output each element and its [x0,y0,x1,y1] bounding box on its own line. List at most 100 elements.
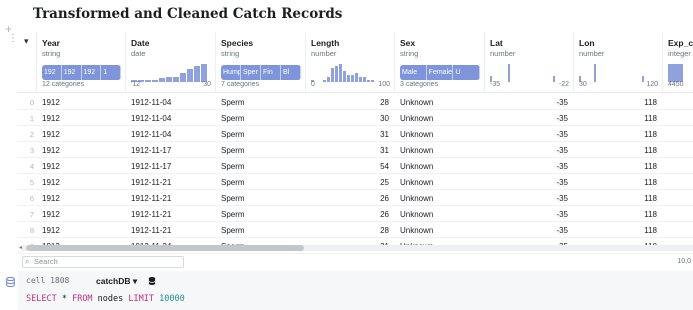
table-cell[interactable]: Sperm [221,114,245,123]
table-row[interactable]: 7 1912 1912-11-21 Sperm 26 Unknown -35 118 [18,206,693,222]
table-cell[interactable]: Unknown [400,130,433,139]
category-bar[interactable]: HumpbaSperFinBl [221,65,301,80]
table-cell[interactable]: 1912 [42,226,60,235]
table-cell[interactable]: 26 [310,194,389,203]
category-summary[interactable]: HumpbaSperFinBl [221,62,301,82]
table-cell[interactable]: 30 [310,114,389,123]
table-row[interactable]: 2 1912 1912-11-04 Sperm 31 Unknown -35 118 [18,126,693,142]
column-header[interactable]: Year string 192 192 192 1 12 categories [36,32,125,93]
column-header[interactable]: Exp_cointeger 4450 [662,32,693,93]
table-cell[interactable]: 1912-11-21 [131,226,171,235]
category-chip[interactable]: Male [400,65,427,80]
table-cell[interactable]: -35 [489,162,568,171]
table-row[interactable]: 5 1912 1912-11-21 Sperm 25 Unknown -35 118 [18,174,693,190]
column-header[interactable]: Sex string Male Female U 3 categories [394,32,484,93]
table-cell[interactable]: Unknown [400,114,433,123]
table-cell[interactable]: 1912-11-04 [131,98,171,107]
category-bar[interactable]: Male Female U [400,65,480,80]
histogram[interactable] [579,62,658,82]
table-cell[interactable]: 1912-11-17 [131,146,171,155]
table-cell[interactable]: -35 [489,210,568,219]
table-cell[interactable]: Sperm [221,178,245,187]
histogram-bar[interactable] [508,64,510,82]
table-cell[interactable]: 1912-11-21 [131,194,171,203]
scrollbar-thumb[interactable] [26,245,304,251]
database-icon[interactable] [148,276,156,286]
table-cell[interactable]: Sperm [221,162,245,171]
table-cell[interactable]: 54 [310,162,389,171]
category-chip[interactable]: U [453,65,480,80]
column-header[interactable]: Lon number 30 120 [573,32,662,93]
table-cell[interactable]: -35 [489,98,568,107]
histogram-bar[interactable] [201,64,207,82]
table-cell[interactable]: Unknown [400,146,433,155]
table-cell[interactable]: Sperm [221,194,245,203]
table-cell[interactable]: Sperm [221,130,245,139]
column-header[interactable]: SpeciesstringHumpbaSperFinBl7 categories [215,32,305,93]
table-cell[interactable]: 1912-11-21 [131,210,171,219]
chevron-down-icon[interactable]: ▾ [24,36,29,47]
table-cell[interactable]: 118 [578,146,657,155]
drag-handle-icon[interactable]: ⋮ [8,34,18,44]
histogram[interactable] [490,62,569,82]
sql-editor[interactable]: SELECT * FROM nodes LIMIT 10000 [26,294,185,304]
category-summary[interactable]: Male Female U [400,62,480,82]
category-summary[interactable]: 192 192 192 1 [42,62,121,82]
histogram-bar[interactable] [668,64,683,82]
table-cell[interactable]: 118 [578,130,657,139]
table-cell[interactable]: 25 [310,178,389,187]
table-cell[interactable]: 1912 [42,162,60,171]
table-cell[interactable]: -35 [489,114,568,123]
table-cell[interactable]: 1912 [42,146,60,155]
table-cell[interactable]: 31 [310,130,389,139]
table-cell[interactable]: 1912-11-21 [131,178,171,187]
table-cell[interactable]: Unknown [400,194,433,203]
table-cell[interactable]: 1912-11-04 [131,130,171,139]
table-cell[interactable]: 1912-11-17 [131,162,171,171]
table-row[interactable]: 1 1912 1912-11-04 Sperm 30 Unknown -35 118 [18,110,693,126]
search-input[interactable]: ⌕ Search [22,256,184,268]
histogram-bar[interactable] [594,64,596,82]
table-cell[interactable]: 1912 [42,178,60,187]
table-cell[interactable]: -35 [489,178,568,187]
table-row[interactable]: 0 1912 1912-11-04 Sperm 28 Unknown -35 118 [18,94,693,110]
category-chip[interactable]: Humpba [221,65,241,80]
histogram-bar[interactable] [194,66,200,82]
table-cell[interactable]: Sperm [221,210,245,219]
table-cell[interactable]: Unknown [400,98,433,107]
table-cell[interactable]: Unknown [400,162,433,171]
table-cell[interactable]: 1912 [42,98,60,107]
category-chip[interactable]: 192 [42,65,62,80]
table-cell[interactable]: 28 [310,226,389,235]
category-chip[interactable]: 1 [101,65,121,80]
table-cell[interactable]: 118 [578,178,657,187]
table-cell[interactable]: 1912 [42,194,60,203]
table-row[interactable]: 4 1912 1912-11-17 Sperm 54 Unknown -35 118 [18,158,693,174]
table-cell[interactable]: Unknown [400,178,433,187]
table-cell[interactable]: Sperm [221,98,245,107]
horizontal-scrollbar[interactable]: ◂ [19,245,693,251]
table-cell[interactable]: Unknown [400,226,433,235]
histogram[interactable] [311,62,390,82]
table-cell[interactable]: 118 [578,98,657,107]
histogram-bar[interactable] [331,68,334,82]
table-cell[interactable]: 28 [310,98,389,107]
histogram[interactable] [668,62,693,82]
category-chip[interactable]: Female [427,65,454,80]
table-row[interactable]: 8 1912 1912-11-21 Sperm 28 Unknown -35 118 [18,222,693,238]
table-cell[interactable]: 1912-11-04 [131,114,171,123]
table-cell[interactable]: -35 [489,130,568,139]
category-bar[interactable]: 192 192 192 1 [42,65,121,80]
category-chip[interactable]: 192 [62,65,82,80]
table-row[interactable]: 3 1912 1912-11-17 Sperm 31 Unknown -35 118 [18,142,693,158]
column-header[interactable]: Date date '12 '30 [125,32,215,93]
category-chip[interactable]: 192 [82,65,102,80]
table-cell[interactable]: 118 [578,210,657,219]
category-chip[interactable]: Sper [241,65,261,80]
table-cell[interactable]: -35 [489,194,568,203]
histogram[interactable] [131,62,211,82]
histogram-bar[interactable] [339,64,342,82]
table-cell[interactable]: 118 [578,226,657,235]
table-cell[interactable]: Sperm [221,146,245,155]
table-cell[interactable]: 26 [310,210,389,219]
